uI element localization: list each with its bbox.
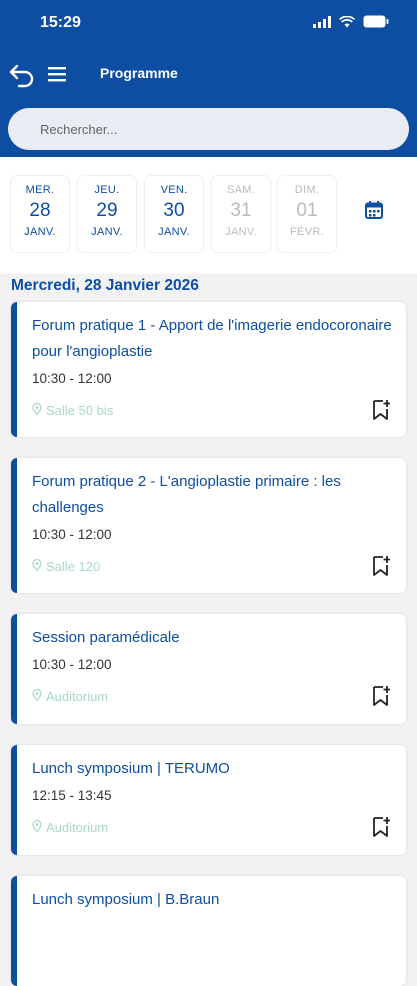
- session-title: Lunch symposium | B.Braun: [32, 891, 220, 908]
- day-dow: DIM.: [294, 184, 320, 196]
- location-pin-icon: [32, 558, 42, 574]
- session-time: 10:30 - 12:00: [32, 657, 112, 672]
- session-room: Auditorium: [46, 689, 109, 704]
- back-arrow-icon[interactable]: [8, 60, 36, 88]
- session-location: Salle 120: [32, 558, 101, 574]
- bookmark-add-icon[interactable]: [372, 555, 391, 577]
- day-button[interactable]: JEU. 29 JANV.: [78, 176, 136, 252]
- session-title: Forum pratique 2 - L'angioplastie primai…: [32, 473, 341, 516]
- session-time: 10:30 - 12:00: [32, 371, 112, 386]
- signal-icon: [313, 15, 331, 28]
- bookmark-add-icon[interactable]: [372, 816, 391, 838]
- hamburger-menu-icon[interactable]: [46, 62, 70, 86]
- day-dow: MER.: [25, 184, 55, 196]
- session-room: Salle 50 bis: [46, 403, 114, 418]
- day-button[interactable]: MER. 28 JANV.: [11, 176, 69, 252]
- search-bar[interactable]: [8, 108, 409, 150]
- nav-bar: Programme: [0, 56, 417, 92]
- day-mon: FÉVR.: [290, 226, 324, 238]
- day-mon: JANV.: [225, 226, 257, 238]
- day-button[interactable]: SAM. 31 JANV.: [212, 176, 270, 252]
- day-dow: SAM.: [226, 184, 256, 196]
- location-pin-icon: [32, 819, 42, 835]
- section-date-heading: Mercredi, 28 Janvier 2026: [11, 277, 199, 294]
- session-title: Forum pratique 1 - Apport de l'imagerie …: [32, 317, 392, 360]
- battery-icon: [363, 15, 389, 28]
- day-dow: VEN.: [160, 184, 188, 196]
- bookmark-add-icon[interactable]: [372, 399, 391, 421]
- session-location: Salle 50 bis: [32, 402, 114, 418]
- day-num: 29: [96, 200, 118, 221]
- session-time: 10:30 - 12:00: [32, 527, 112, 542]
- day-num: 01: [296, 200, 318, 221]
- session-card[interactable]: Lunch symposium | B.Braun: [11, 876, 406, 986]
- session-location: Auditorium: [32, 819, 109, 835]
- wifi-icon: [339, 15, 355, 27]
- session-room: Salle 120: [46, 559, 101, 574]
- session-location: Auditorium: [32, 688, 109, 704]
- location-pin-icon: [32, 402, 42, 418]
- session-room: Auditorium: [46, 820, 109, 835]
- session-time: 12:15 - 13:45: [32, 788, 112, 803]
- session-title: Session paramédicale: [32, 629, 180, 646]
- session-card[interactable]: Forum pratique 2 - L'angioplastie primai…: [11, 458, 406, 593]
- page-title: Programme: [100, 65, 178, 81]
- day-num: 28: [29, 200, 51, 221]
- status-bar: 15:29: [0, 0, 417, 46]
- location-pin-icon: [32, 688, 42, 704]
- session-card[interactable]: Lunch symposium | TERUMO 12:15 - 13:45 Aud…: [11, 745, 406, 855]
- day-mon: JANV.: [158, 226, 190, 238]
- search-input[interactable]: [38, 120, 382, 138]
- app-header: 15:29 Programme: [0, 0, 417, 157]
- day-dow: JEU.: [94, 184, 120, 196]
- day-mon: JANV.: [24, 226, 56, 238]
- status-time: 15:29: [40, 14, 81, 31]
- day-num: 30: [163, 200, 185, 221]
- day-button[interactable]: DIM. 01 FÉVR.: [278, 176, 336, 252]
- day-num: 31: [230, 200, 252, 221]
- day-mon: JANV.: [91, 226, 123, 238]
- bookmark-add-icon[interactable]: [372, 685, 391, 707]
- session-card[interactable]: Session paramédicale 10:30 - 12:00 Auditor…: [11, 614, 406, 724]
- session-card[interactable]: Forum pratique 1 - Apport de l'imagerie …: [11, 302, 406, 437]
- session-title: Lunch symposium | TERUMO: [32, 760, 230, 777]
- status-icons: [313, 15, 389, 28]
- calendar-icon[interactable]: [364, 200, 384, 220]
- day-button[interactable]: VEN. 30 JANV.: [145, 176, 203, 252]
